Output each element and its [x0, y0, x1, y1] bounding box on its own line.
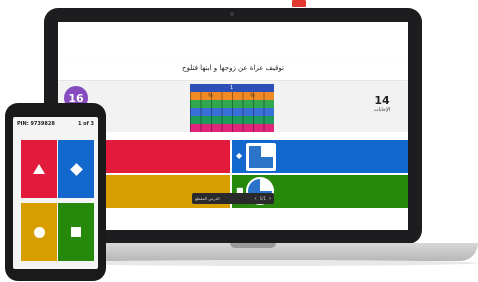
- answers-label: الإجابات: [373, 107, 391, 113]
- triangle-icon: [33, 164, 45, 174]
- diamond-icon: ◆: [236, 151, 243, 160]
- fraction-label: ½: [208, 93, 213, 99]
- laptop-top-badge: [292, 0, 306, 7]
- question-title: توقيف عراة عن زوجها و ابنها فتلوح: [182, 64, 284, 72]
- phone-answer-blue[interactable]: [58, 140, 94, 198]
- phone-header: PIN: 9739828 1 of 3: [13, 117, 98, 131]
- fraction-label: ½: [250, 93, 255, 99]
- phone-answer-yellow[interactable]: [21, 203, 57, 261]
- player-label: الدرس المقطع: [195, 196, 220, 201]
- phone-answer-red[interactable]: [21, 140, 57, 198]
- image-player-controls: الدرس المقطع ‹ 1/1 ›: [192, 193, 274, 204]
- question-body: 16 1 ½ ½ 14 الإجابات: [58, 82, 408, 132]
- phone-screen: PIN: 9739828 1 of 3: [13, 117, 98, 269]
- answer-tile-blue[interactable]: ◆: [232, 140, 408, 173]
- next-icon[interactable]: ›: [269, 196, 271, 202]
- diamond-icon: [69, 162, 83, 176]
- game-pin: PIN: 9739828: [17, 121, 55, 127]
- phone: PIN: 9739828 1 of 3: [5, 103, 106, 281]
- fraction-grid: [190, 92, 274, 132]
- question-bar: توقيف عراة عن زوجها و ابنها فتلوح: [58, 60, 408, 80]
- phone-answer-green[interactable]: [58, 203, 94, 261]
- square-fraction-image: [246, 143, 276, 171]
- laptop-shadow: [60, 260, 478, 266]
- question-progress: 1 of 3: [77, 121, 94, 127]
- fraction-label: 1: [230, 85, 234, 91]
- laptop-notch: [230, 243, 276, 248]
- square-icon: [71, 227, 81, 237]
- fraction-wall-image: 1 ½ ½: [190, 84, 274, 132]
- player-page: 1/1: [259, 195, 266, 201]
- prev-icon[interactable]: ‹: [255, 196, 257, 202]
- answers-counter: 14 الإجابات: [362, 94, 402, 113]
- answers-count: 14: [374, 94, 390, 107]
- laptop-camera: [230, 12, 234, 16]
- laptop-screen: توقيف عراة عن زوجها و ابنها فتلوح 16 1 ½…: [58, 22, 408, 230]
- circle-icon: [33, 226, 45, 238]
